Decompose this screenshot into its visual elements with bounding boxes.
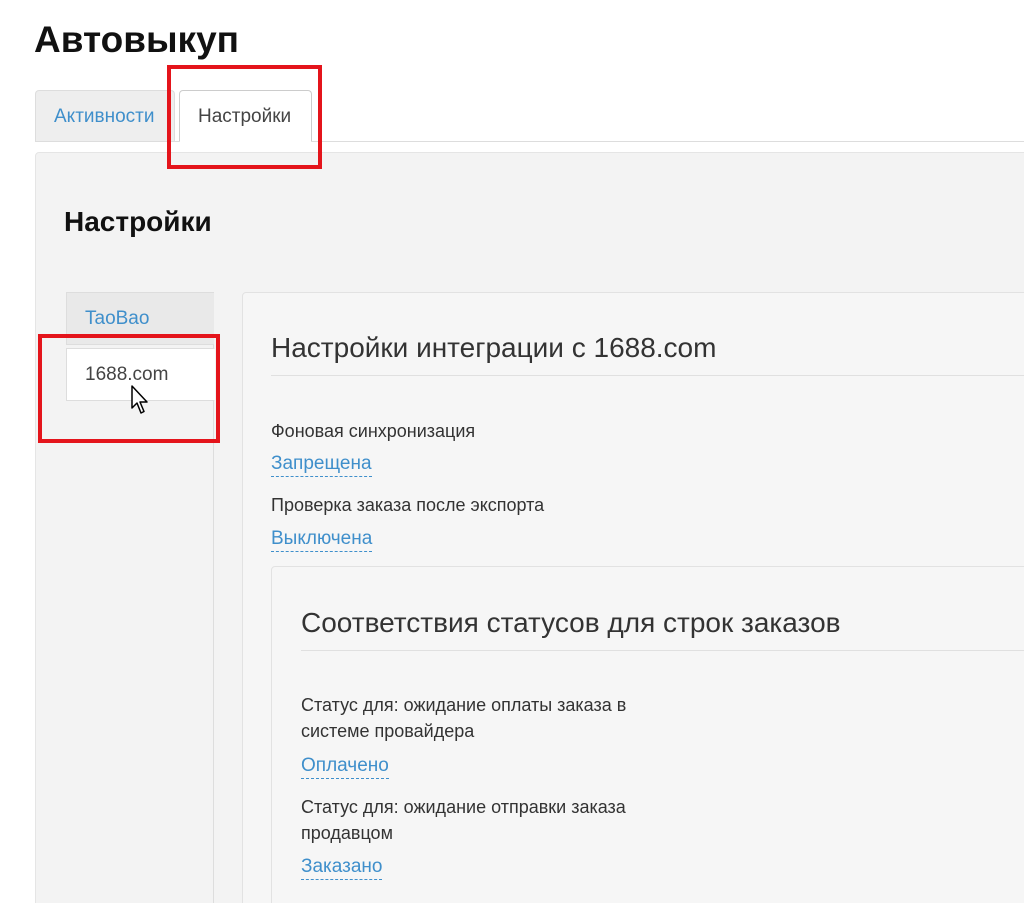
status-shipping-label-line1: Статус для: ожидание отправки заказа (301, 797, 626, 817)
side-nav-item-taobao[interactable]: TaoBao (66, 292, 214, 345)
status-shipping-select[interactable]: Заказано (301, 855, 383, 880)
status-payment-select[interactable]: Оплачено (301, 754, 389, 779)
background-sync-toggle[interactable]: Запрещена (271, 452, 372, 477)
mouse-pointer-icon (131, 385, 148, 414)
order-check-toggle[interactable]: Выключена (271, 527, 373, 552)
statuses-divider (301, 650, 1024, 651)
status-shipping-label: Статус для: ожидание отправки заказа про… (301, 794, 681, 846)
status-payment-label-line1: Статус для: ожидание оплаты заказа в (301, 695, 627, 715)
tab-activities[interactable]: Активности (35, 90, 175, 141)
order-check-label: Проверка заказа после экспорта (271, 495, 545, 515)
status-payment-label: Статус для: ожидание оплаты заказа в сис… (301, 692, 681, 744)
page-title: Автовыкуп (34, 19, 239, 60)
integration-divider (271, 375, 1024, 376)
tab-settings[interactable]: Настройки (179, 90, 312, 142)
statuses-title: Соответствия статусов для строк заказов (301, 607, 841, 638)
status-payment-label-line2: системе провайдера (301, 721, 475, 741)
status-shipping-label-line2: продавцом (301, 823, 393, 843)
page: Автовыкуп Активности Настройки Настройки… (0, 0, 1024, 903)
integration-title: Настройки интеграции с 1688.com (271, 332, 717, 363)
background-sync-label: Фоновая синхронизация (271, 421, 476, 441)
panel-title: Настройки (64, 206, 212, 237)
